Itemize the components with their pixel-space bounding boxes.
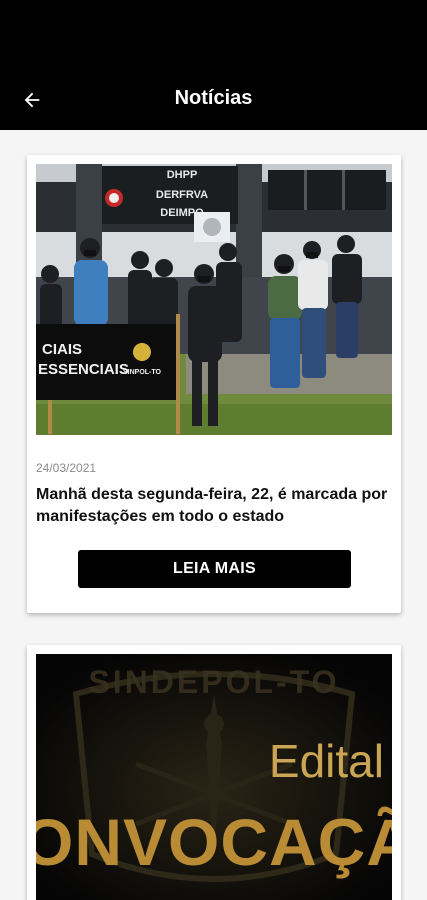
banner-title-text: Edital xyxy=(268,735,384,787)
banner-text: CIAIS xyxy=(42,341,82,358)
banner-org-text: SINDEPOL-TO xyxy=(88,664,340,700)
banner-text: ESSENCIAIS xyxy=(38,361,129,378)
news-card[interactable]: DHPP DERFRVA DEIMPO CIAIS ESSENCIAIS SIN… xyxy=(27,155,401,613)
banner-text: SINPOL-TO xyxy=(123,369,162,376)
sign-text: DHPP xyxy=(167,169,198,181)
status-bar xyxy=(0,0,427,70)
read-more-button[interactable]: LEIA MAIS xyxy=(78,550,351,588)
page-title: Notícias xyxy=(174,87,253,109)
news-headline[interactable]: Manhã desta segunda-feira, 22, é marcada… xyxy=(36,484,392,528)
banner-subtitle-text: ONVOCAÇÃ xyxy=(36,805,392,879)
app-bar: Notícias xyxy=(0,70,427,130)
news-date: 24/03/2021 xyxy=(36,461,97,475)
news-card[interactable]: SINDEPOL-TO Edital ONVOCAÇÃ xyxy=(27,645,401,900)
sign-text: DERFRVA xyxy=(156,189,208,201)
news-banner-image[interactable]: SINDEPOL-TO Edital ONVOCAÇÃ xyxy=(36,654,392,900)
news-photo[interactable]: DHPP DERFRVA DEIMPO CIAIS ESSENCIAIS SIN… xyxy=(36,164,392,435)
